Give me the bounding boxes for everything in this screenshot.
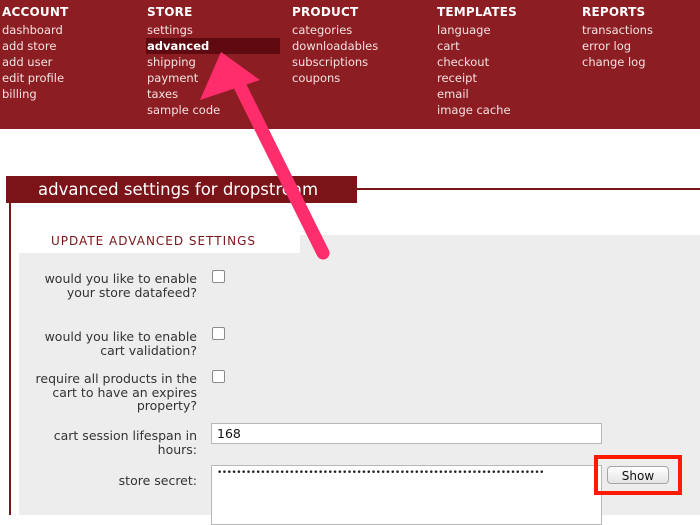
pointer-arrow-icon — [200, 52, 330, 260]
